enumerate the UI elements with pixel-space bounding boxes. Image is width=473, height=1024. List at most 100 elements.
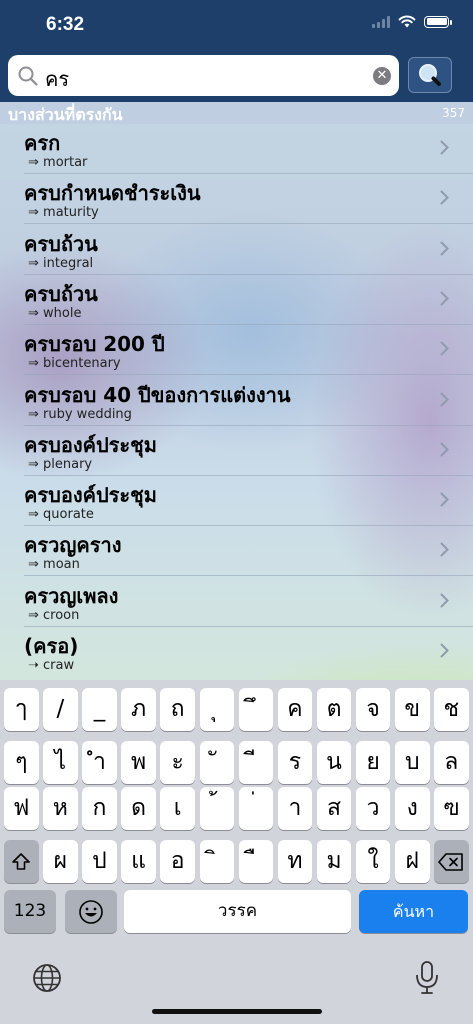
result-translation: ⇒ moan <box>28 557 80 573</box>
result-row[interactable]: ครบรอบ 200 ปี ⇒ bicentenary <box>0 325 473 376</box>
key-18[interactable]: ั <box>199 741 234 784</box>
key-15[interactable]: ำ <box>82 741 117 784</box>
result-row[interactable]: ครบถ้วน ⇒ whole <box>0 275 473 325</box>
key-29[interactable]: เ <box>160 787 195 830</box>
microphone-key[interactable] <box>413 960 441 996</box>
result-row[interactable]: ครวญคราง ⇒ moan <box>0 526 473 577</box>
key-6[interactable]: ุ <box>199 688 234 731</box>
key-5[interactable]: ถ <box>160 688 195 731</box>
result-translation: ⇒ bicentenary <box>28 356 121 372</box>
results-count: 357 <box>442 106 465 120</box>
emoji-icon <box>79 900 103 924</box>
key-36[interactable]: ฃ <box>434 787 469 830</box>
key-19[interactable]: ี <box>238 741 274 784</box>
emoji-key[interactable] <box>65 890 117 933</box>
key-30[interactable]: ้ <box>199 787 234 830</box>
result-translation: ⇒ ruby wedding <box>28 406 132 422</box>
chevron-right-icon <box>440 593 449 608</box>
key-23[interactable]: บ <box>395 741 430 784</box>
key-35[interactable]: ง <box>395 787 430 830</box>
result-translation: ⇒ quorate <box>28 507 94 523</box>
key-45[interactable]: ใ <box>355 840 391 883</box>
key-43[interactable]: ท <box>277 840 313 883</box>
key-21[interactable]: น <box>316 741 352 784</box>
shift-icon <box>12 853 31 870</box>
key-9[interactable]: ต <box>316 688 352 731</box>
search-button[interactable] <box>408 57 452 93</box>
result-translation: ➝ craw <box>28 658 75 673</box>
key-12[interactable]: ช <box>434 688 469 731</box>
key-13[interactable]: ๆ <box>4 741 39 784</box>
chevron-right-icon <box>440 291 449 306</box>
search-key[interactable]: ค้นหา <box>359 890 468 933</box>
key-25[interactable]: ฟ <box>4 787 39 830</box>
key-22[interactable]: ย <box>355 741 391 784</box>
key-7[interactable]: ึ <box>238 688 274 731</box>
key-17[interactable]: ะ <box>160 741 195 784</box>
search-input[interactable]: คร <box>45 63 69 95</box>
results-list: บางส่วนที่ตรงกัน 357 ครก ⇒ mortar ครบกำหนด… <box>0 102 473 680</box>
search-bar: คร ✕ <box>0 52 473 102</box>
wifi-icon <box>398 15 416 28</box>
key-33[interactable]: ส <box>316 787 352 830</box>
delete-key[interactable] <box>434 840 469 883</box>
shift-key[interactable] <box>4 840 39 883</box>
chevron-right-icon <box>440 492 449 507</box>
key-40[interactable]: อ <box>160 840 195 883</box>
chevron-right-icon <box>440 442 449 457</box>
key-28[interactable]: ด <box>121 787 156 830</box>
space-key[interactable]: วรรค <box>124 890 351 933</box>
chevron-right-icon <box>440 341 449 356</box>
key-20[interactable]: ร <box>277 741 313 784</box>
result-row[interactable]: ครบรอบ 40 ปีของการแต่งงาน ⇒ ruby wedding <box>0 376 473 426</box>
key-4[interactable]: ภ <box>121 688 156 731</box>
status-bar: 6:32 <box>0 0 473 52</box>
status-icons <box>372 15 452 28</box>
result-row[interactable]: (ครอ) ➝ craw <box>0 627 473 677</box>
key-42[interactable]: ื <box>238 840 274 883</box>
key-37[interactable]: ผ <box>43 840 78 883</box>
key-10[interactable]: จ <box>355 688 391 731</box>
magnifier-icon <box>419 64 441 86</box>
key-26[interactable]: ห <box>43 787 78 830</box>
result-row[interactable]: ครวญเพลง ⇒ croon <box>0 577 473 627</box>
result-row[interactable]: ครก ⇒ mortar <box>0 124 473 174</box>
key-34[interactable]: ว <box>355 787 391 830</box>
result-row[interactable]: ครบกำหนดชำระเงิน ⇒ maturity <box>0 174 473 225</box>
search-icon <box>18 66 38 86</box>
search-field[interactable]: คร ✕ <box>8 55 399 96</box>
result-translation: ⇒ mortar <box>28 155 88 170</box>
key-24[interactable]: ล <box>434 741 469 784</box>
result-row[interactable]: ครบองค์ประชุม ⇒ plenary <box>0 426 473 476</box>
result-translation: ⇒ maturity <box>28 205 99 221</box>
key-27[interactable]: ก <box>82 787 117 830</box>
key-14[interactable]: ไ <box>43 741 78 784</box>
key-11[interactable]: ข <box>395 688 430 731</box>
key-38[interactable]: ป <box>82 840 117 883</box>
keyboard: ๅ/_ภถุึคตจขชๆไำพะัีรนยบลฟหกดเ้่าสวงฃผปแอ… <box>0 680 473 1024</box>
key-16[interactable]: พ <box>121 741 156 784</box>
home-indicator <box>152 1009 322 1014</box>
key-8[interactable]: ค <box>277 688 313 731</box>
key-32[interactable]: า <box>277 787 313 830</box>
chevron-right-icon <box>440 190 449 205</box>
key-44[interactable]: ม <box>316 840 352 883</box>
key-41[interactable]: ิ <box>199 840 234 883</box>
delete-icon <box>438 853 464 871</box>
key-31[interactable]: ่ <box>238 787 274 830</box>
status-time: 6:32 <box>46 14 85 35</box>
key-1[interactable]: ๅ <box>4 688 39 731</box>
clear-search-icon[interactable]: ✕ <box>373 67 391 85</box>
key-39[interactable]: แ <box>121 840 156 883</box>
numbers-key[interactable]: 123 <box>4 890 56 933</box>
result-row[interactable]: ครบถ้วน ⇒ integral <box>0 225 473 275</box>
key-2[interactable]: / <box>43 688 78 731</box>
cellular-signal-icon <box>372 15 390 28</box>
result-row[interactable]: ครบองค์ประชุม ⇒ quorate <box>0 476 473 527</box>
globe-key[interactable] <box>31 962 63 994</box>
key-46[interactable]: ฝ <box>395 840 430 883</box>
key-3[interactable]: _ <box>82 688 117 731</box>
result-translation: ⇒ plenary <box>28 456 93 472</box>
result-translation: ⇒ whole <box>28 305 82 321</box>
battery-icon <box>424 15 452 28</box>
